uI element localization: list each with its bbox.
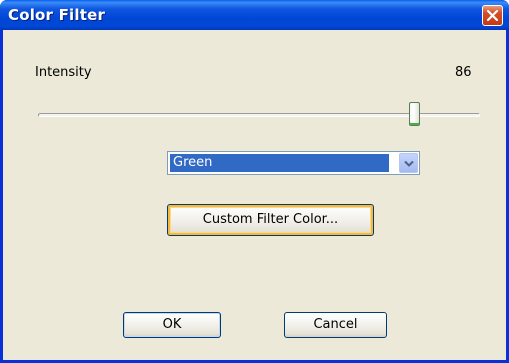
slider-thumb[interactable] <box>409 102 420 126</box>
close-button[interactable] <box>482 5 503 26</box>
ok-button[interactable]: OK <box>123 312 221 338</box>
color-filter-dialog: Color Filter Intensity 86 Green Custom F… <box>0 0 509 363</box>
intensity-slider[interactable] <box>38 102 480 130</box>
dropdown-arrow-button[interactable] <box>399 153 418 173</box>
chevron-down-icon <box>404 160 414 167</box>
cancel-button[interactable]: Cancel <box>284 312 387 338</box>
title-bar[interactable]: Color Filter <box>0 0 509 30</box>
intensity-value: 86 <box>455 65 472 80</box>
dialog-body: Intensity 86 Green Custom Filter Color..… <box>3 30 506 360</box>
custom-filter-color-button[interactable]: Custom Filter Color... <box>167 204 374 236</box>
close-x-icon <box>486 9 499 22</box>
dialog-title: Color Filter <box>8 6 106 24</box>
intensity-label: Intensity <box>35 65 92 80</box>
color-dropdown[interactable]: Green <box>167 151 420 175</box>
dropdown-selected-value: Green <box>170 154 389 172</box>
